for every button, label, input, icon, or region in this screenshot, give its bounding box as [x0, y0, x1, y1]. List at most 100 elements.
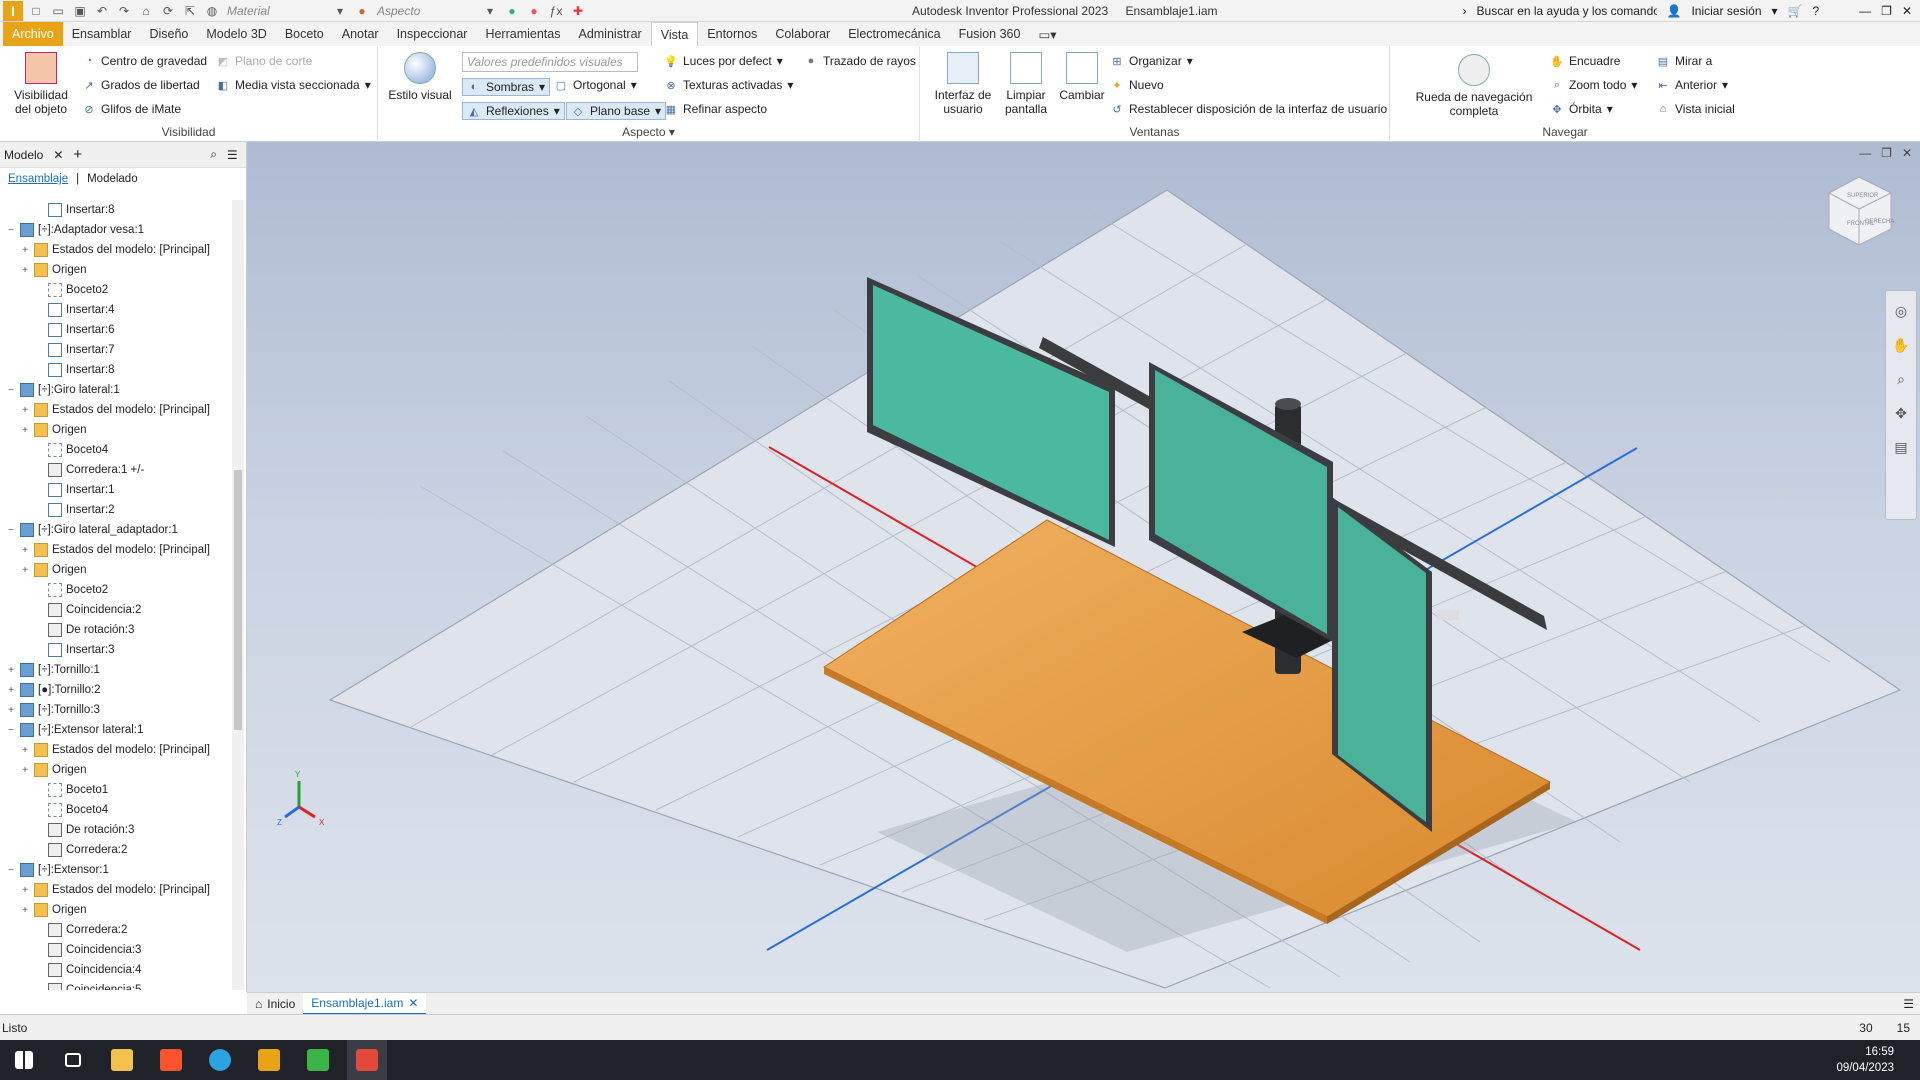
new-window-button[interactable]: ✦ Nuevo [1110, 78, 1163, 92]
reset-ui-button[interactable]: ↺ Restablecer disposición de la interfaz … [1110, 102, 1387, 116]
save-icon[interactable]: ▣ [71, 2, 89, 20]
signin-button[interactable]: Iniciar sesión [1691, 4, 1761, 18]
plus-icon[interactable]: ✚ [569, 2, 587, 20]
shadows-button[interactable]: ◐ Sombras ▾ [462, 78, 551, 96]
browser-scrollbar[interactable] [232, 200, 244, 990]
look-at-icon[interactable]: ▤ [1889, 435, 1913, 459]
chevron-right-icon[interactable]: › [1463, 4, 1467, 18]
tree-node[interactable]: − [÷]:Extensor lateral:1 [0, 720, 143, 740]
tab-archivo[interactable]: Archivo [3, 22, 63, 46]
tree-node[interactable]: − [÷]:Extensor:1 [0, 860, 109, 880]
tab-anotar[interactable]: Anotar [333, 22, 388, 46]
half-section-button[interactable]: ◧ Media vista seccionada ▾ [216, 78, 371, 92]
file-explorer-icon[interactable] [102, 1040, 142, 1080]
tab-fusion-360[interactable]: Fusion 360 [950, 22, 1030, 46]
dropdown-icon[interactable]: ▾ [331, 2, 349, 20]
telegram-icon[interactable] [200, 1040, 240, 1080]
clean-screen-button[interactable]: Limpiar pantalla [998, 52, 1054, 116]
update-icon[interactable]: ⟳ [159, 2, 177, 20]
tab-document[interactable]: Ensamblaje1.iam ✕ [303, 992, 427, 1015]
appearance-icon[interactable]: ● [353, 2, 371, 20]
recorder-icon[interactable] [347, 1040, 387, 1080]
tree-node[interactable]: + Origen [0, 260, 87, 280]
tree-node[interactable]: Insertar:7 [0, 340, 115, 360]
tab-diseno[interactable]: Diseño [140, 22, 197, 46]
tree-node[interactable]: Insertar:1 [0, 480, 115, 500]
expand-toggle-icon[interactable]: − [6, 525, 16, 536]
zoom-icon[interactable]: ⌕ [1889, 367, 1913, 391]
restore-icon[interactable]: ❐ [1881, 4, 1892, 18]
lights-button[interactable]: 💡 Luces por defect ▾ [664, 54, 783, 68]
user-icon[interactable]: 👤 [1667, 4, 1682, 18]
tab-colaborar[interactable]: Colaborar [766, 22, 839, 46]
search-icon[interactable]: ⌕ [210, 147, 217, 162]
tree-node[interactable]: Corredera:2 [0, 920, 127, 940]
tab-ensamblar[interactable]: Ensamblar [63, 22, 141, 46]
look-at-button[interactable]: ▤ Mirar a [1656, 54, 1713, 68]
dropdown-icon[interactable]: ▾ [481, 2, 499, 20]
tree-node[interactable]: Boceto2 [0, 280, 108, 300]
dof-button[interactable]: ↗ Grados de libertad [82, 78, 199, 92]
expand-toggle-icon[interactable]: + [20, 425, 30, 436]
menu-icon[interactable]: ☰ [227, 148, 238, 162]
tree-node[interactable]: De rotación:3 [0, 620, 134, 640]
tab-vista[interactable]: Vista [650, 22, 699, 46]
ray-tracing-button[interactable]: ● Trazado de rayos [804, 54, 916, 68]
close-icon[interactable]: ✕ [53, 148, 63, 162]
chevron-down-icon[interactable]: ▾ [1772, 4, 1778, 18]
minimize-icon[interactable]: — [1859, 146, 1871, 160]
minimize-icon[interactable]: — [1859, 4, 1871, 18]
help-search-input[interactable]: Buscar en la ayuda y los comandos [1477, 4, 1657, 18]
expand-toggle-icon[interactable]: + [20, 885, 30, 896]
tab-modelado[interactable]: Modelado [87, 173, 138, 185]
tree-node[interactable]: + Estados del modelo: [Principal] [0, 400, 210, 420]
expand-toggle-icon[interactable]: + [20, 265, 30, 276]
expand-toggle-icon[interactable]: + [6, 685, 16, 696]
new-file-icon[interactable]: □ [27, 2, 45, 20]
select-icon[interactable]: ⇱ [181, 2, 199, 20]
expand-toggle-icon[interactable]: + [6, 705, 16, 716]
tree-node[interactable]: Coincidencia:2 [0, 600, 141, 620]
steering-wheel-icon[interactable]: ◎ [1889, 299, 1913, 323]
tree-node[interactable]: Corredera:2 [0, 840, 127, 860]
tab-herramientas[interactable]: Herramientas [476, 22, 569, 46]
tree-node[interactable]: Boceto4 [0, 800, 108, 820]
expand-toggle-icon[interactable]: − [6, 865, 16, 876]
tree-node[interactable]: + [÷]:Tornillo:1 [0, 660, 100, 680]
refine-button[interactable]: ▦ Refinar aspecto [664, 102, 767, 116]
tab-home[interactable]: ⌂ Inicio [247, 993, 303, 1015]
tree-node[interactable]: Insertar:8 [0, 200, 115, 220]
tree-node[interactable]: De rotación:3 [0, 820, 134, 840]
expand-toggle-icon[interactable]: + [6, 665, 16, 676]
nav-wheel-button[interactable]: Rueda de navegación completa [1404, 54, 1544, 118]
expand-toggle-icon[interactable]: + [20, 905, 30, 916]
visual-presets-select[interactable]: Valores predefinidos visuales [462, 52, 638, 72]
fit-button[interactable]: ✋ Encuadre [1550, 54, 1620, 68]
tree-node[interactable]: Coincidencia:4 [0, 960, 141, 980]
tree-node[interactable]: + [●]:Tornillo:2 [0, 680, 101, 700]
orbit-button[interactable]: ✥ Órbita ▾ [1550, 102, 1612, 116]
material-field[interactable]: Material [227, 2, 327, 20]
browser-title[interactable]: Modelo [4, 148, 43, 162]
tree-node[interactable]: − [÷]:Giro lateral_adaptador:1 [0, 520, 178, 540]
base-plane-button[interactable]: ◇ Plano base ▾ [566, 102, 667, 120]
tab-entornos[interactable]: Entornos [698, 22, 766, 46]
tree-node[interactable]: Corredera:1 +/- [0, 460, 144, 480]
expand-toggle-icon[interactable]: + [20, 565, 30, 576]
tree-node[interactable]: Coincidencia:3 [0, 940, 141, 960]
tree-node[interactable]: Insertar:4 [0, 300, 115, 320]
undo-icon[interactable]: ↶ [93, 2, 111, 20]
object-visibility-button[interactable]: Visibilidad del objeto [10, 52, 72, 116]
expand-toggle-icon[interactable]: − [6, 385, 16, 396]
tree-node[interactable]: + Estados del modelo: [Principal] [0, 240, 210, 260]
close-icon[interactable]: ✕ [408, 996, 418, 1010]
section-plane-button[interactable]: ◩ Plano de corte [216, 54, 313, 68]
group-label-appearance[interactable]: Aspecto ▾ [378, 125, 919, 139]
tree-node[interactable]: Insertar:3 [0, 640, 115, 660]
parameters-icon[interactable]: ƒx [547, 2, 565, 20]
expand-toggle-icon[interactable]: + [20, 745, 30, 756]
graphics-viewport[interactable]: FRONTAL DERECHA SUPERIOR Y X Z — ❐ ✕ ◎ ✋… [247, 142, 1920, 992]
tree-node[interactable]: + Estados del modelo: [Principal] [0, 540, 210, 560]
tab-ensamblaje[interactable]: Ensamblaje [8, 173, 68, 185]
expand-toggle-icon[interactable]: + [20, 405, 30, 416]
